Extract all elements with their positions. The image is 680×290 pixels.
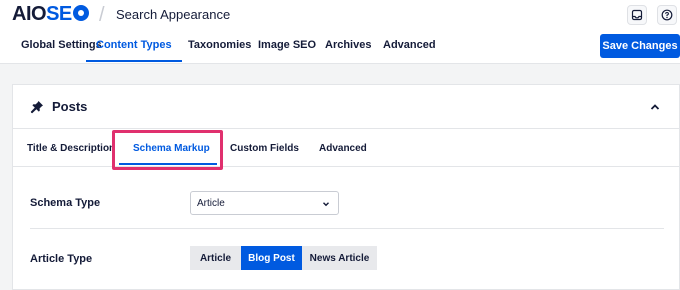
- row-divider: [30, 228, 664, 229]
- aioseo-logo: AIOSE: [12, 3, 90, 25]
- breadcrumb-separator: /: [99, 4, 105, 26]
- subtabs: Title & Description Schema Markup Custom…: [13, 129, 680, 170]
- article-type-segmented-control: Article Blog Post News Article: [190, 246, 377, 270]
- page-title: Search Appearance: [116, 7, 231, 22]
- pin-icon: [30, 101, 43, 114]
- logo-gear-icon: [72, 5, 89, 21]
- inbox-icon: [631, 9, 643, 21]
- subtab-custom-fields[interactable]: Custom Fields: [230, 143, 299, 154]
- highlight-annotation: [112, 130, 223, 170]
- schema-type-value: Article: [197, 198, 225, 209]
- notifications-button[interactable]: [627, 5, 647, 25]
- card-title: Posts: [52, 99, 88, 114]
- posts-card: Posts Title & Description Schema Markup …: [12, 84, 680, 290]
- chevron-up-icon[interactable]: [649, 101, 661, 113]
- tab-content-types[interactable]: Content Types: [86, 32, 182, 62]
- help-button[interactable]: [657, 5, 677, 25]
- subtab-title-description[interactable]: Title & Description: [27, 143, 115, 154]
- subtab-advanced[interactable]: Advanced: [319, 143, 367, 154]
- article-type-article[interactable]: Article: [190, 246, 241, 270]
- chevron-down-icon: [323, 202, 329, 207]
- save-changes-button[interactable]: Save Changes: [600, 34, 680, 58]
- tab-taxonomies[interactable]: Taxonomies: [188, 32, 251, 62]
- help-icon: [661, 9, 673, 21]
- article-type-news-article[interactable]: News Article: [302, 246, 377, 270]
- tab-advanced[interactable]: Advanced: [383, 32, 436, 62]
- article-type-blog-post[interactable]: Blog Post: [241, 246, 302, 270]
- card-header[interactable]: Posts: [13, 85, 680, 129]
- schema-type-select[interactable]: Article: [190, 191, 339, 215]
- tab-image-seo[interactable]: Image SEO: [258, 32, 316, 62]
- article-type-label: Article Type: [30, 253, 93, 265]
- main-nav: Global Settings Content Types Taxonomies…: [0, 32, 680, 64]
- schema-type-label: Schema Type: [30, 197, 101, 209]
- tab-archives[interactable]: Archives: [325, 32, 371, 62]
- top-header: AIOSE / Search Appearance: [0, 0, 680, 32]
